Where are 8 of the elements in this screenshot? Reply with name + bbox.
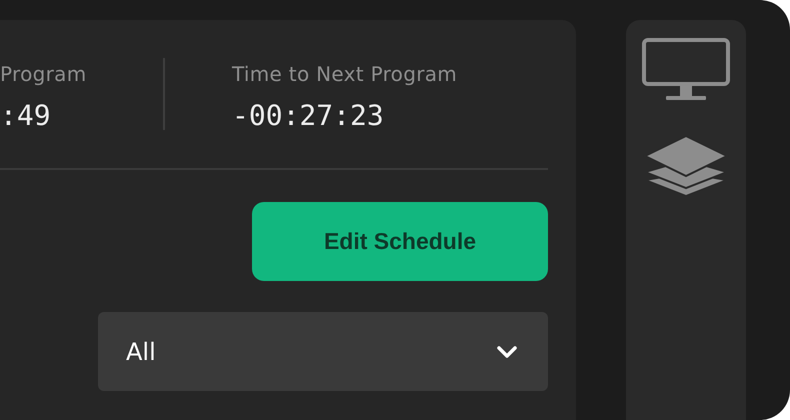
chevron-down-icon [496,344,518,358]
filter-dropdown[interactable]: All [98,312,548,391]
stat-value: :49 [0,98,52,134]
stat-value: -00:27:23 [232,98,385,134]
stat-label: Time to Next Program [232,61,458,88]
stat-label: Program [0,61,88,88]
edit-schedule-button[interactable]: Edit Schedule [252,202,548,281]
monitor-icon[interactable] [642,38,730,102]
